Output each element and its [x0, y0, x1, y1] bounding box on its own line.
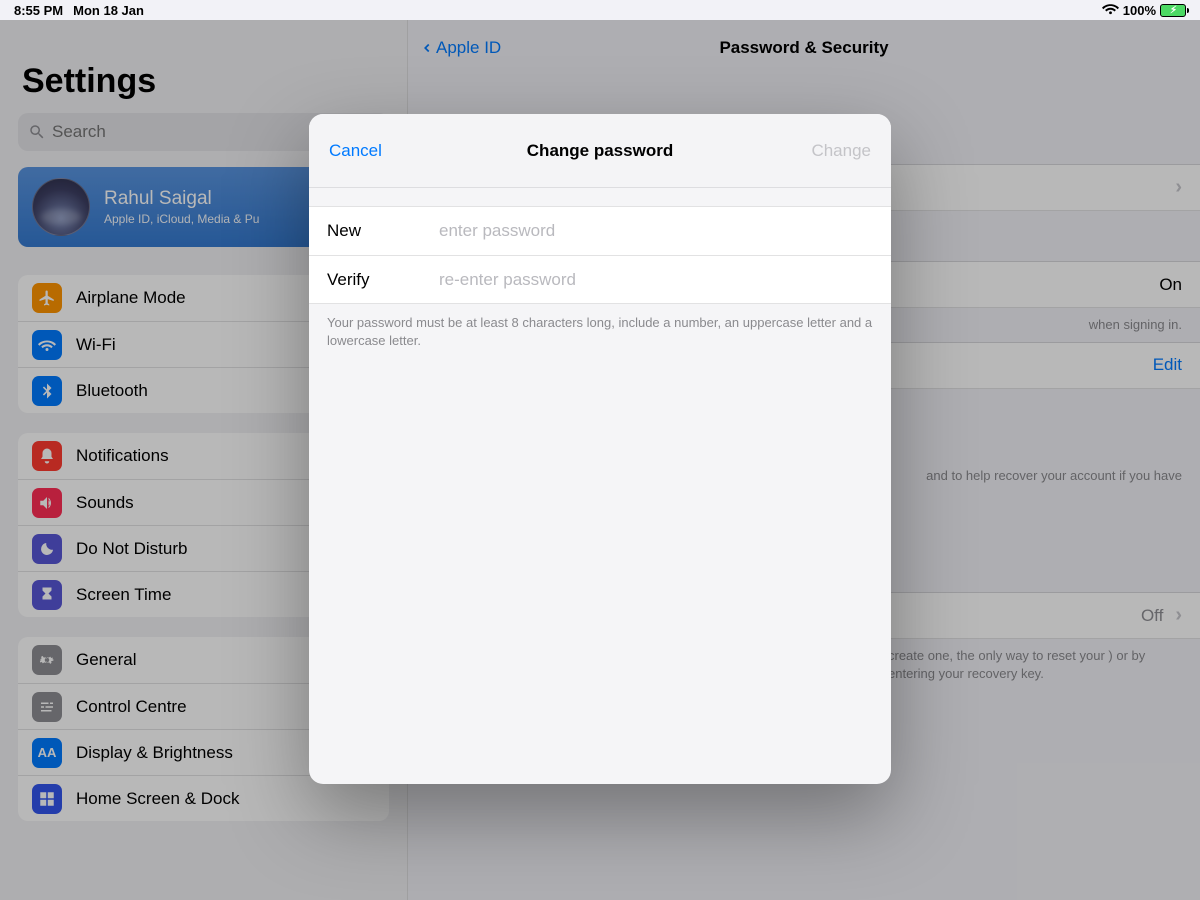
- verify-password-row[interactable]: Verify: [309, 255, 891, 303]
- new-password-label: New: [327, 221, 439, 241]
- change-password-modal: Cancel Change password Change New Verify…: [309, 114, 891, 784]
- status-time: 8:55 PM: [14, 3, 63, 18]
- battery-percent: 100%: [1123, 3, 1156, 18]
- battery-icon: ⚡︎: [1160, 4, 1186, 17]
- change-button[interactable]: Change: [811, 141, 871, 161]
- verify-password-label: Verify: [327, 270, 439, 290]
- modal-title: Change password: [309, 141, 891, 161]
- wifi-icon: [1102, 0, 1119, 20]
- password-hint: Your password must be at least 8 charact…: [309, 304, 891, 359]
- new-password-input[interactable]: [439, 221, 873, 241]
- verify-password-input[interactable]: [439, 270, 873, 290]
- status-date: Mon 18 Jan: [73, 3, 144, 18]
- status-bar: 8:55 PM Mon 18 Jan 100% ⚡︎: [0, 0, 1200, 20]
- new-password-row[interactable]: New: [309, 207, 891, 255]
